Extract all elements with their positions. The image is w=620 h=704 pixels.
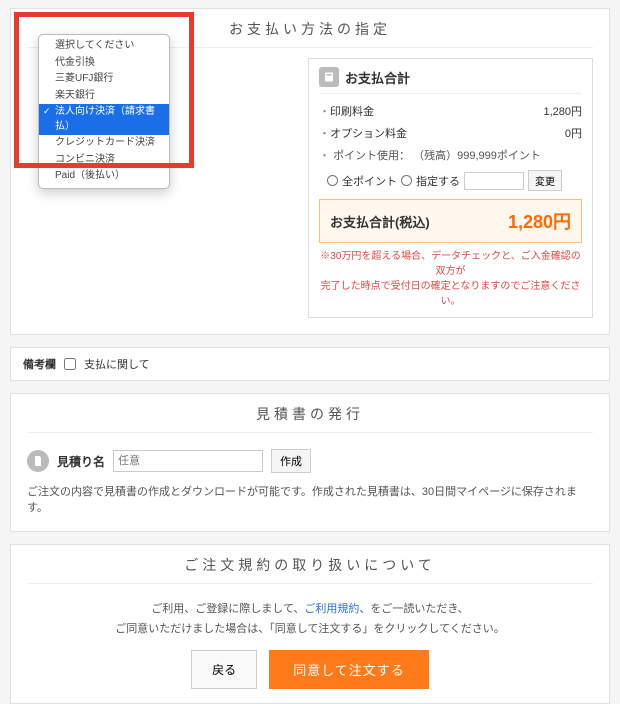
grand-total-label: お支払合計(税込) bbox=[330, 212, 430, 231]
remarks-label: 備考欄 bbox=[23, 356, 56, 372]
points-input[interactable] bbox=[464, 172, 524, 190]
terms-link[interactable]: ご利用規約 bbox=[304, 603, 359, 615]
back-button[interactable]: 戻る bbox=[191, 650, 257, 689]
payment-method-dropdown[interactable]: 選択してください代金引換三菱UFJ銀行楽天銀行法人向け決済（請求書払）クレジット… bbox=[38, 34, 170, 189]
total-row-print: 印刷料金 1,280円 bbox=[319, 100, 582, 122]
points-line: ポイント使用： （残高）999,999ポイント bbox=[319, 144, 582, 166]
quote-note: ご注文の内容で見積書の作成とダウンロードが可能です。作成された見積書は、30日間… bbox=[27, 483, 593, 515]
quote-name-input[interactable] bbox=[113, 450, 263, 472]
dropdown-option[interactable]: 楽天銀行 bbox=[39, 88, 169, 105]
dropdown-option[interactable]: 選択してください bbox=[39, 38, 169, 55]
terms-line1: ご利用、ご登録に際しまして、ご利用規約、をご一読いただき、 bbox=[35, 600, 585, 620]
terms-title: ご注文規約の取り扱いについて bbox=[11, 545, 609, 579]
document-icon bbox=[27, 450, 49, 472]
grand-total-note: ※30万円を超える場合、データチェックと、ご入金確認の双方が 完了した時点で受付… bbox=[319, 249, 582, 309]
dropdown-option[interactable]: 代金引換 bbox=[39, 55, 169, 72]
points-radio-specify[interactable] bbox=[401, 175, 412, 186]
terms-line2: ご同意いただけました場合は、「同意して注文する」をクリックしてください。 bbox=[35, 620, 585, 640]
dropdown-option[interactable]: コンビニ決済 bbox=[39, 152, 169, 169]
grand-total-box: お支払合計(税込) 1,280円 bbox=[319, 199, 582, 243]
total-row-option: オプション料金 0円 bbox=[319, 122, 582, 144]
calculator-icon bbox=[319, 67, 339, 87]
points-radio-specify-label: 指定する bbox=[416, 173, 460, 189]
payment-total-heading: お支払合計 bbox=[345, 68, 410, 87]
grand-total-value: 1,280円 bbox=[508, 208, 571, 234]
terms-panel: ご注文規約の取り扱いについて ご利用、ご登録に際しまして、ご利用規約、をご一読い… bbox=[10, 544, 610, 704]
points-change-button[interactable]: 変更 bbox=[528, 170, 562, 191]
quote-name-label: 見積り名 bbox=[57, 453, 105, 470]
quote-panel: 見積書の発行 見積り名 作成 ご注文の内容で見積書の作成とダウンロードが可能です… bbox=[10, 393, 610, 532]
remarks-panel: 備考欄 支払に関して bbox=[10, 347, 610, 381]
dropdown-option[interactable]: クレジットカード決済 bbox=[39, 135, 169, 152]
remarks-checkbox-label: 支払に関して bbox=[84, 356, 150, 372]
payment-total-box: お支払合計 印刷料金 1,280円 オプション料金 0円 ポイント使用： （残高… bbox=[308, 58, 593, 318]
remarks-checkbox[interactable] bbox=[64, 358, 76, 370]
agree-order-button[interactable]: 同意して注文する bbox=[269, 650, 429, 689]
points-radio-all-label: 全ポイント bbox=[342, 173, 397, 189]
dropdown-option[interactable]: 法人向け決済（請求書払） bbox=[39, 104, 169, 135]
points-radio-all[interactable] bbox=[327, 175, 338, 186]
quote-title: 見積書の発行 bbox=[11, 394, 609, 428]
dropdown-option[interactable]: 三菱UFJ銀行 bbox=[39, 71, 169, 88]
dropdown-option[interactable]: Paid（後払い） bbox=[39, 168, 169, 185]
quote-make-button[interactable]: 作成 bbox=[271, 449, 311, 473]
